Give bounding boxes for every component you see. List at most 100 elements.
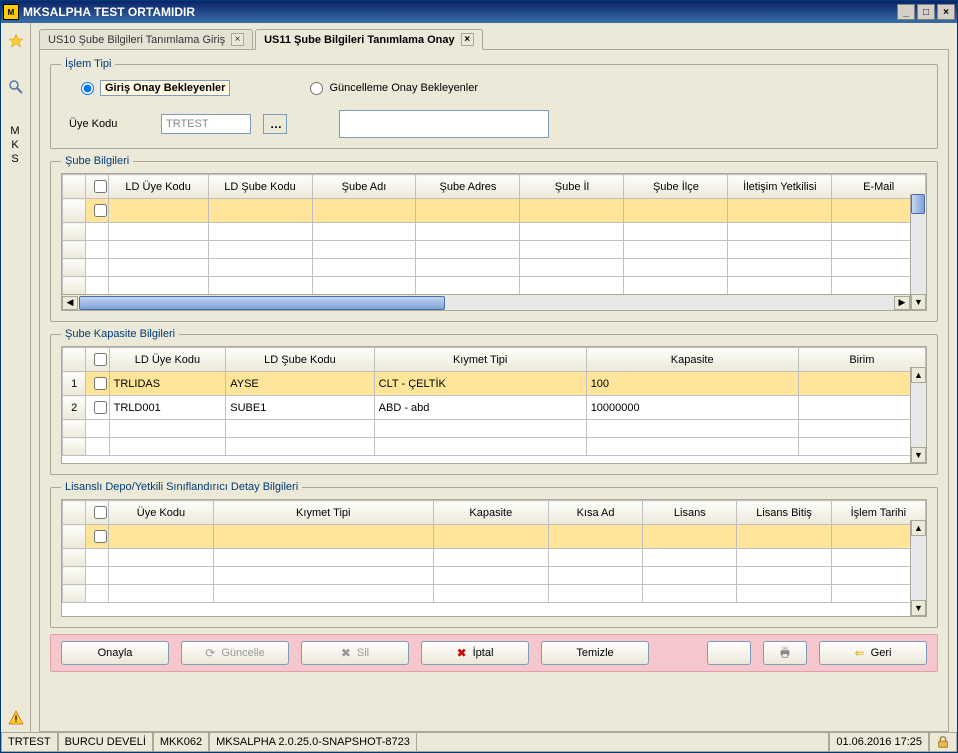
sube-bilgileri-group: Şube Bilgileri <box>50 155 938 322</box>
radio-guncelleme-onay-input[interactable] <box>310 82 323 95</box>
tab-strip: US10 Şube Bilgileri Tanımlama Giriş × US… <box>39 29 949 50</box>
uye-kodu-label: Üye Kodu <box>69 118 149 130</box>
status-lock <box>929 733 957 752</box>
tab-us11[interactable]: US11 Şube Bilgileri Tanımlama Onay × <box>255 29 483 50</box>
grid1-table[interactable]: LD Üye Kodu LD Şube Kodu Şube Adı Şube A… <box>62 174 926 295</box>
grid1-row[interactable] <box>63 259 926 277</box>
grid1-col-1[interactable]: LD Şube Kodu <box>208 175 312 199</box>
radio-guncelleme-onay[interactable]: Güncelleme Onay Bekleyenler <box>310 82 478 95</box>
grid3-row[interactable] <box>63 525 926 549</box>
tab-close-icon[interactable]: × <box>231 33 244 46</box>
titlebar: M MKSALPHA TEST ORTAMIDIR _ □ × <box>1 1 957 23</box>
refresh-icon: ⟳ <box>205 646 215 660</box>
grid2-col-0[interactable]: LD Üye Kodu <box>109 348 226 372</box>
grid1-vscroll[interactable]: ▼ <box>910 194 926 310</box>
grid1-col-3[interactable]: Şube Adres <box>416 175 520 199</box>
grid3-col-1[interactable]: Kıymet Tipi <box>213 501 433 525</box>
close-button[interactable]: × <box>937 4 955 20</box>
delete-icon: ✖ <box>341 646 351 660</box>
svg-text:!: ! <box>14 714 17 724</box>
grid2-row[interactable] <box>63 438 926 456</box>
window-body: MKS ! US10 Şube Bilgileri Tanımlama Giri… <box>1 23 957 732</box>
grid3-col-3[interactable]: Kısa Ad <box>548 501 642 525</box>
sube-kapasite-group: Şube Kapasite Bilgileri <box>50 328 938 475</box>
grid2-header-row: LD Üye Kodu LD Şube Kodu Kıymet Tipi Kap… <box>63 348 926 372</box>
blank-button[interactable] <box>707 641 751 665</box>
geri-button[interactable]: ⇐ Geri <box>819 641 927 665</box>
grid3-row[interactable] <box>63 549 926 567</box>
grid1-header-row: LD Üye Kodu LD Şube Kodu Şube Adı Şube A… <box>63 175 926 199</box>
grid2-row[interactable] <box>63 420 926 438</box>
search-icon[interactable] <box>8 79 24 95</box>
printer-icon <box>778 645 792 662</box>
grid3-col-4[interactable]: Lisans <box>643 501 737 525</box>
grid3-col-5[interactable]: Lisans Bitiş <box>737 501 831 525</box>
star-icon[interactable] <box>8 33 24 49</box>
grid3-header-row: Üye Kodu Kıymet Tipi Kapasite Kısa Ad Li… <box>63 501 926 525</box>
grid3-header-checkbox[interactable] <box>86 501 109 525</box>
grid2-row[interactable]: 1 TRLIDAS AYSE CLT - ÇELTİK 100 <box>63 372 926 396</box>
grid1: LD Üye Kodu LD Şube Kodu Şube Adı Şube A… <box>61 173 927 311</box>
grid1-header-checkbox[interactable] <box>85 175 108 199</box>
iptal-button[interactable]: ✖ İptal <box>421 641 529 665</box>
grid3-col-2[interactable]: Kapasite <box>433 501 548 525</box>
grid1-col-6[interactable]: İletişim Yetkilisi <box>728 175 832 199</box>
grid2-col-1[interactable]: LD Şube Kodu <box>226 348 374 372</box>
temizle-button[interactable]: Temizle <box>541 641 649 665</box>
minimize-button[interactable]: _ <box>897 4 915 20</box>
guncelle-button[interactable]: ⟳ Güncelle <box>181 641 289 665</box>
warning-icon[interactable]: ! <box>8 710 24 726</box>
grid2-table[interactable]: LD Üye Kodu LD Şube Kodu Kıymet Tipi Kap… <box>62 347 926 456</box>
grid1-col-5[interactable]: Şube İlçe <box>624 175 728 199</box>
grid3-col-0[interactable]: Üye Kodu <box>109 501 214 525</box>
grid2-col-3[interactable]: Kapasite <box>586 348 798 372</box>
grid2-col-2[interactable]: Kıymet Tipi <box>374 348 586 372</box>
grid3-vscroll[interactable]: ▲ ▼ <box>910 520 926 616</box>
sil-button[interactable]: ✖ Sil <box>301 641 409 665</box>
grid3: Üye Kodu Kıymet Tipi Kapasite Kısa Ad Li… <box>61 499 927 617</box>
grid1-hscroll-thumb[interactable] <box>79 296 445 310</box>
grid3-row[interactable] <box>63 567 926 585</box>
scroll-left-icon[interactable]: ◀ <box>62 296 78 310</box>
islem-tipi-legend: İşlem Tipi <box>61 58 115 70</box>
lock-icon <box>936 735 950 749</box>
grid1-col-0[interactable]: LD Üye Kodu <box>108 175 208 199</box>
grid1-row[interactable] <box>63 241 926 259</box>
grid2-col-4[interactable]: Birim <box>798 348 925 372</box>
grid3-table[interactable]: Üye Kodu Kıymet Tipi Kapasite Kısa Ad Li… <box>62 500 926 603</box>
radio-giris-onay-input[interactable] <box>81 82 94 95</box>
status-datetime: 01.06.2016 17:25 <box>829 733 929 752</box>
radio-guncelleme-onay-label: Güncelleme Onay Bekleyenler <box>329 82 478 94</box>
tab-close-icon[interactable]: × <box>461 33 474 46</box>
lisansli-depo-legend: Lisanslı Depo/Yetkili Sınıflandırıcı Det… <box>61 481 302 493</box>
print-button[interactable] <box>763 641 807 665</box>
grid1-col-4[interactable]: Şube İl <box>520 175 624 199</box>
app-icon: M <box>3 4 19 20</box>
grid1-row[interactable] <box>63 199 926 223</box>
grid1-row[interactable] <box>63 223 926 241</box>
window-title: MKSALPHA TEST ORTAMIDIR <box>23 5 897 19</box>
scroll-right-icon[interactable]: ▶ <box>894 296 910 310</box>
uye-kodu-lookup-button[interactable]: … <box>263 114 287 134</box>
left-rail: MKS ! <box>1 23 31 732</box>
grid2-vscroll[interactable]: ▲ ▼ <box>910 367 926 463</box>
grid1-row[interactable] <box>63 277 926 295</box>
grid2-header-checkbox[interactable] <box>86 348 109 372</box>
app-window: M MKSALPHA TEST ORTAMIDIR _ □ × MKS ! <box>0 0 958 753</box>
grid3-row[interactable] <box>63 585 926 603</box>
status-app-code: MKK062 <box>153 733 209 752</box>
maximize-button[interactable]: □ <box>917 4 935 20</box>
grid2-row[interactable]: 2 TRLD001 SUBE1 ABD - abd 10000000 <box>63 396 926 420</box>
grid1-hscroll[interactable]: ◀ ▶ <box>62 294 910 310</box>
islem-tipi-group: İşlem Tipi Giriş Onay Bekleyenler Güncel… <box>50 58 938 149</box>
grid1-col-2[interactable]: Şube Adı <box>312 175 416 199</box>
window-buttons: _ □ × <box>897 4 955 20</box>
tab-us10[interactable]: US10 Şube Bilgileri Tanımlama Giriş × <box>39 29 253 50</box>
cancel-icon: ✖ <box>457 646 467 660</box>
back-arrow-icon: ⇐ <box>855 646 865 660</box>
uye-kodu-input[interactable] <box>161 114 251 134</box>
onayla-button[interactable]: Onayla <box>61 641 169 665</box>
status-user-code: TRTEST <box>1 733 58 752</box>
radio-giris-onay[interactable]: Giriş Onay Bekleyenler <box>81 80 230 96</box>
main-area: US10 Şube Bilgileri Tanımlama Giriş × US… <box>31 23 957 732</box>
